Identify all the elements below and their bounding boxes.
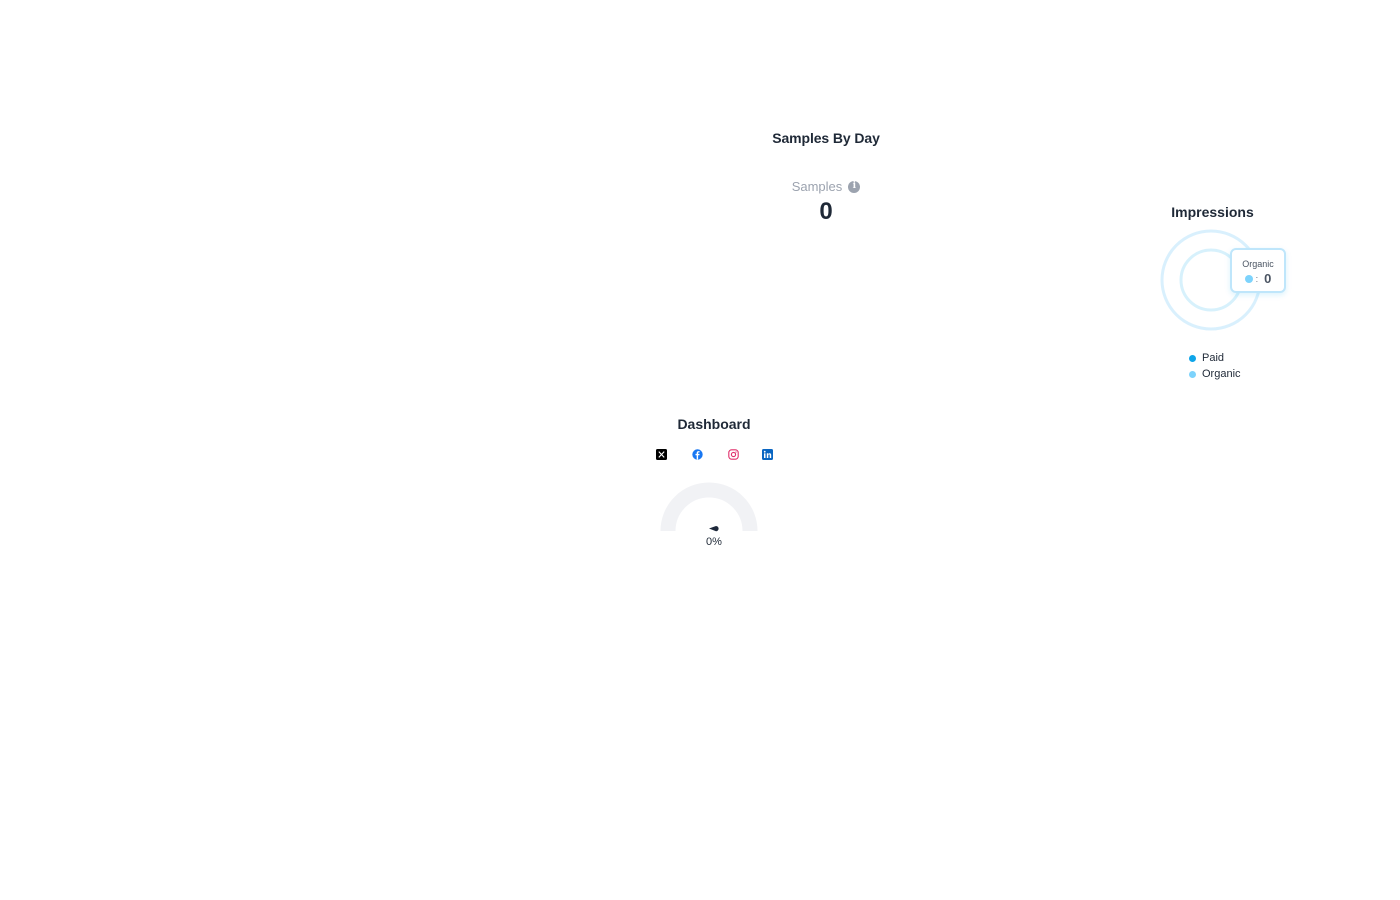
linkedin-icon[interactable] <box>761 448 773 460</box>
x-icon[interactable] <box>655 448 667 460</box>
tooltip-separator: : <box>1255 273 1259 284</box>
dashboard-title: Dashboard <box>677 416 751 432</box>
samples-metric: Samples i 0 <box>700 178 952 226</box>
legend-label-paid: Paid <box>1202 352 1225 364</box>
impressions-card: Impressions Organic : 0 Paid Organic <box>1140 200 1290 390</box>
legend-label-organic: Organic <box>1202 368 1241 380</box>
gauge-track <box>660 482 758 532</box>
impressions-legend: Paid Organic <box>1189 350 1241 382</box>
legend-dot-organic <box>1189 370 1196 378</box>
impressions-title: Impressions <box>1171 204 1254 220</box>
dashboard-card: Dashboard 0% <box>640 410 790 560</box>
legend-dot-paid <box>1189 354 1196 362</box>
impressions-tooltip: Organic : 0 <box>1230 248 1286 293</box>
info-icon[interactable]: i <box>848 180 861 193</box>
facebook-icon[interactable] <box>691 448 703 460</box>
tooltip-row: : 0 <box>1232 271 1284 286</box>
gauge-label: 0% <box>706 536 722 548</box>
samples-by-day-card: Samples By Day Samples i 0 <box>700 130 952 225</box>
samples-by-day-title: Samples By Day <box>772 130 880 146</box>
tooltip-label: Organic <box>1242 259 1274 269</box>
legend-item-organic[interactable]: Organic <box>1189 366 1241 382</box>
dashboard-gauge <box>660 482 758 532</box>
social-icons-row <box>640 448 790 462</box>
tooltip-value: 0 <box>1264 271 1272 286</box>
instagram-icon[interactable] <box>727 448 739 460</box>
dashboard-page: Samples By Day Samples i 0 Impressions O… <box>0 0 1400 900</box>
samples-label-row: Samples i <box>792 179 861 194</box>
samples-value: 0 <box>819 198 833 225</box>
tooltip-color-dot <box>1244 274 1253 283</box>
samples-label: Samples <box>791 179 843 194</box>
gauge-needle <box>709 526 719 532</box>
legend-item-paid[interactable]: Paid <box>1189 350 1241 366</box>
